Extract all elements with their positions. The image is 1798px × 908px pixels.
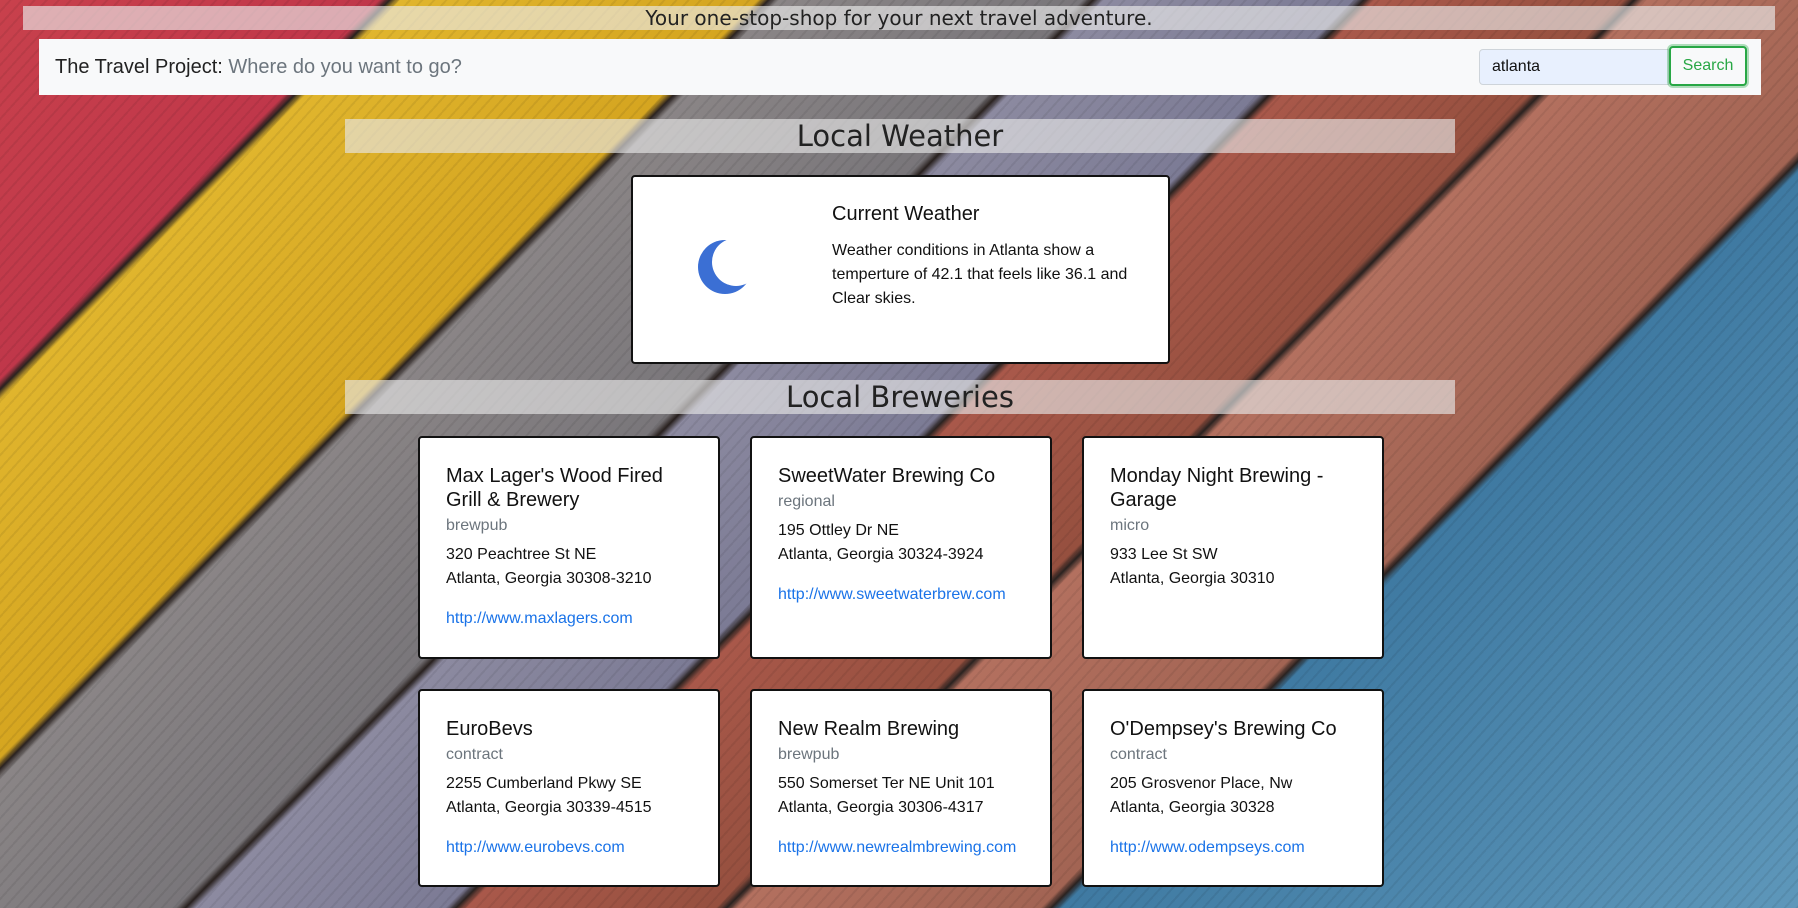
brewery-city: Atlanta, Georgia 30308-3210 (446, 570, 652, 587)
brewery-type: brewpub (446, 517, 508, 534)
brewery-type: contract (446, 746, 503, 763)
brand-subtitle: Where do you want to go? (228, 56, 462, 78)
brewery-street: 320 Peachtree St NE (446, 546, 597, 563)
weather-card-title: Current Weather (832, 203, 980, 225)
navbar: The Travel Project: Where do you want to… (39, 39, 1761, 95)
brewery-street: 933 Lee St SW (1110, 546, 1218, 563)
search-button[interactable]: Search (1669, 46, 1747, 86)
brewery-type: micro (1110, 517, 1150, 534)
brewery-street: 550 Somerset Ter NE Unit 101 (778, 775, 995, 792)
search-input[interactable] (1479, 49, 1669, 85)
brewery-name: New Realm Brewing (778, 718, 960, 740)
weather-section-title: Local Weather (345, 119, 1455, 153)
brewery-city: Atlanta, Georgia 30306-4317 (778, 799, 984, 816)
brewery-city: Atlanta, Georgia 30310 (1110, 570, 1275, 587)
brewery-city: Atlanta, Georgia 30328 (1110, 799, 1275, 816)
moon-icon (698, 240, 752, 294)
brewery-type: brewpub (778, 746, 840, 763)
brand-title: The Travel Project: (55, 56, 223, 78)
brewery-website-link[interactable]: http://www.eurobevs.com (446, 836, 694, 860)
brewery-card: New Realm Brewing brewpub 550 Somerset T… (750, 689, 1052, 887)
brewery-website-link[interactable]: http://www.odempseys.com (1110, 836, 1358, 860)
weather-card: Current Weather Weather conditions in At… (631, 175, 1170, 364)
brewery-street: 205 Grosvenor Place, Nw (1110, 775, 1293, 792)
brewery-website-link[interactable]: http://www.maxlagers.com (446, 607, 694, 631)
brewery-city: Atlanta, Georgia 30339-4515 (446, 799, 652, 816)
brewery-card: O'Dempsey's Brewing Co contract 205 Gros… (1082, 689, 1384, 887)
brewery-card: SweetWater Brewing Co regional 195 Ottle… (750, 436, 1052, 659)
brewery-street: 2255 Cumberland Pkwy SE (446, 775, 642, 792)
brewery-type: regional (778, 493, 835, 510)
breweries-section-title: Local Breweries (345, 380, 1455, 414)
brewery-type: contract (1110, 746, 1167, 763)
brewery-website-link[interactable]: http://www.sweetwaterbrew.com (778, 583, 1026, 607)
brewery-name: Monday Night Brewing - Garage (1110, 465, 1324, 511)
brewery-city: Atlanta, Georgia 30324-3924 (778, 546, 984, 563)
brewery-name: SweetWater Brewing Co (778, 465, 996, 487)
brand: The Travel Project: Where do you want to… (55, 39, 462, 95)
brewery-card: Monday Night Brewing - Garage micro 933 … (1082, 436, 1384, 659)
brewery-name: Max Lager's Wood Fired Grill & Brewery (446, 465, 663, 511)
brewery-name: O'Dempsey's Brewing Co (1110, 718, 1337, 740)
brewery-name: EuroBevs (446, 718, 533, 740)
weather-description: Weather conditions in Atlanta show a tem… (832, 242, 1128, 307)
brewery-website-link[interactable]: http://www.newrealmbrewing.com (778, 836, 1026, 860)
brewery-street: 195 Ottley Dr NE (778, 522, 899, 539)
brewery-card: EuroBevs contract 2255 Cumberland Pkwy S… (418, 689, 720, 887)
brewery-card: Max Lager's Wood Fired Grill & Brewery b… (418, 436, 720, 659)
tagline: Your one-stop-shop for your next travel … (23, 6, 1775, 30)
